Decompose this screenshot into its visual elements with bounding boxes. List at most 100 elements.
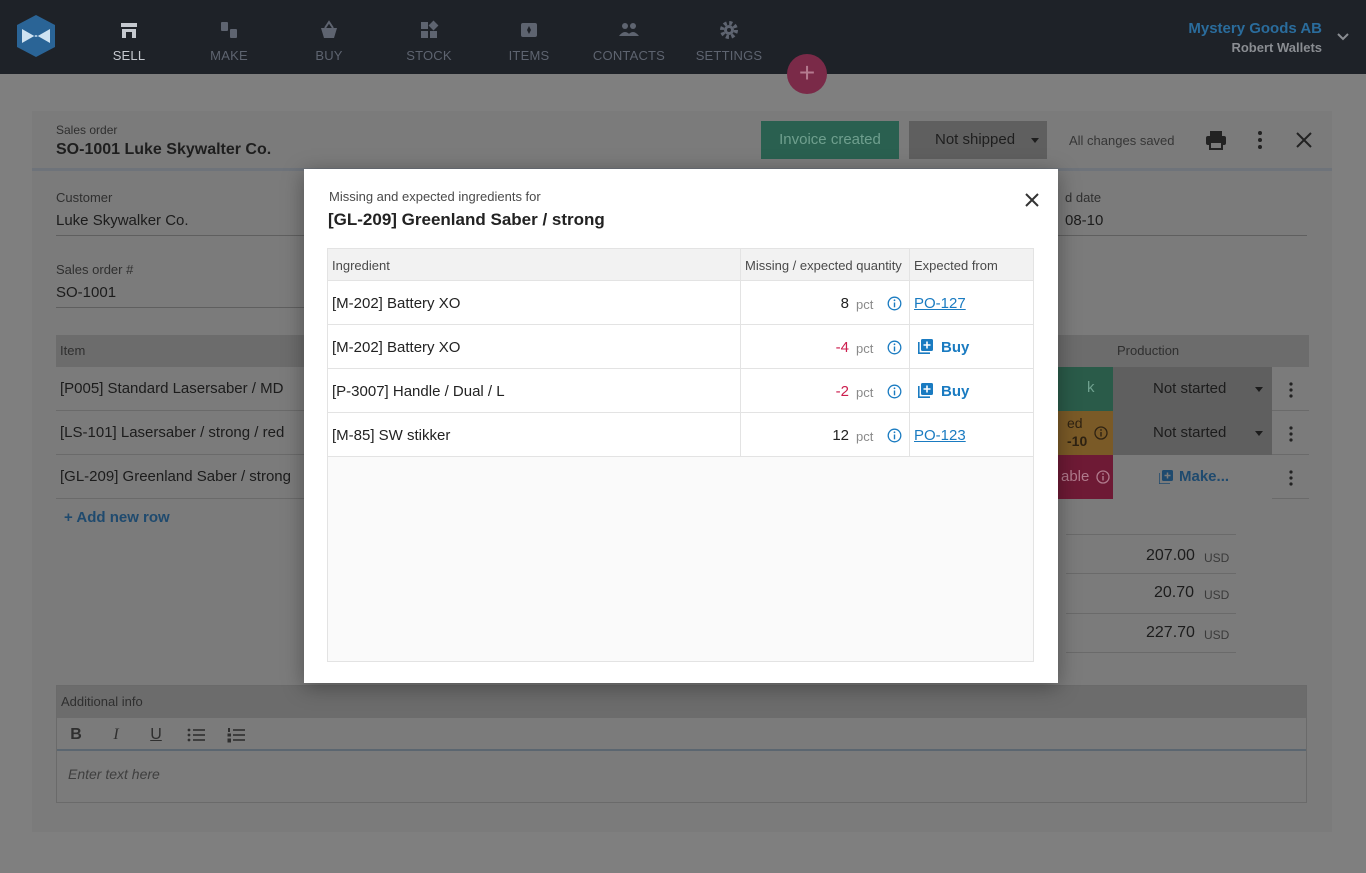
quantity-unit: pct xyxy=(856,429,874,444)
account-menu[interactable]: Mystery Goods AB Robert Wallets xyxy=(1188,20,1322,55)
column-divider xyxy=(909,249,910,280)
caret-down-icon xyxy=(1255,431,1263,436)
row-item: [GL-209] Greenland Saber / strong xyxy=(60,468,291,485)
user-name: Robert Wallets xyxy=(1231,40,1322,55)
column-divider xyxy=(909,369,910,412)
ingredients-table: Ingredient Missing / expected quantity E… xyxy=(327,248,1034,662)
buy-label: Buy xyxy=(941,383,970,400)
top-nav: SELL MAKE BUY STOCK ITEMS CONTACTS SETTI… xyxy=(0,0,1366,74)
totals-divider xyxy=(1066,652,1236,653)
info-icon[interactable] xyxy=(887,340,902,355)
quantity-unit: pct xyxy=(856,341,874,356)
shipping-status-dropdown[interactable]: Not shipped xyxy=(909,121,1047,159)
info-icon[interactable] xyxy=(887,384,902,399)
total-currency: USD xyxy=(1204,628,1230,642)
ingredients-table-header: Ingredient Missing / expected quantity E… xyxy=(328,249,1033,281)
nav-items-label: ITEMS xyxy=(508,48,550,63)
nav-buy-label: BUY xyxy=(315,48,343,63)
close-icon[interactable] xyxy=(1022,190,1042,210)
total-value: 227.70 xyxy=(1146,624,1195,641)
row-menu-icon[interactable] xyxy=(1282,381,1300,399)
nav-sell[interactable]: SELL xyxy=(79,0,179,74)
column-divider xyxy=(909,281,910,324)
buy-label: Buy xyxy=(941,339,970,356)
quantity-column-header: Missing / expected quantity xyxy=(745,258,902,273)
customer-underline xyxy=(56,235,316,236)
row-menu-icon[interactable] xyxy=(1282,469,1300,487)
production-column-header: Production xyxy=(1117,343,1180,358)
row-item: [LS-101] Lasersaber / strong / red xyxy=(60,424,285,441)
quantity-value: -4 xyxy=(835,339,849,356)
purchase-order-link[interactable]: PO-123 xyxy=(914,427,966,444)
buy-button[interactable]: Buy xyxy=(918,339,969,356)
app-logo-icon[interactable] xyxy=(17,15,55,57)
column-divider xyxy=(909,413,910,456)
row-menu-icon[interactable] xyxy=(1282,425,1300,443)
info-icon[interactable] xyxy=(887,428,902,443)
subtotal-value: 207.00 xyxy=(1146,547,1195,564)
customer-field[interactable]: Luke Skywalker Co. xyxy=(56,212,189,229)
shipping-status-label: Not shipped xyxy=(935,131,1016,148)
additional-info-label: Additional info xyxy=(61,694,143,709)
close-icon[interactable] xyxy=(1293,129,1315,151)
column-divider xyxy=(740,325,741,368)
missing-ingredients-dialog: Missing and expected ingredients for [GL… xyxy=(304,169,1058,683)
shop-icon xyxy=(121,23,137,38)
print-icon[interactable] xyxy=(1205,129,1227,151)
table-row: [P-3007] Handle / Dual / L -2 pct Buy xyxy=(328,369,1033,413)
order-type-label: Sales order xyxy=(56,123,118,137)
subtotal-currency: USD xyxy=(1204,551,1230,565)
add-box-icon xyxy=(918,383,933,398)
add-new-row-button[interactable]: + Add new row xyxy=(64,509,170,526)
table-row: [M-202] Battery XO -4 pct Buy xyxy=(328,325,1033,369)
add-fab-button[interactable]: + xyxy=(787,54,827,94)
nav-settings[interactable]: SETTINGS xyxy=(679,0,779,74)
nav-stock-label: STOCK xyxy=(406,48,452,63)
order-number-underline xyxy=(56,307,316,308)
ingredient-name: [M-202] Battery XO xyxy=(332,339,461,356)
nav-stock[interactable]: STOCK xyxy=(379,0,479,74)
customer-label: Customer xyxy=(56,190,113,205)
info-icon[interactable] xyxy=(1096,470,1110,484)
bold-button[interactable]: B xyxy=(67,726,85,744)
table-row: [M-85] SW stikker 12 pct PO-123 xyxy=(328,413,1033,457)
totals-divider xyxy=(1066,613,1236,614)
buy-button[interactable]: Buy xyxy=(918,383,969,400)
ingredient-name: [M-85] SW stikker xyxy=(332,427,451,444)
contacts-icon xyxy=(619,23,639,36)
items-icon xyxy=(521,23,537,37)
item-column-header: Item xyxy=(60,343,86,358)
delivery-underline xyxy=(1058,235,1307,236)
nav-buy[interactable]: BUY xyxy=(279,0,379,74)
chevron-down-icon[interactable] xyxy=(1336,30,1350,44)
totals-divider xyxy=(1066,534,1236,535)
delivery-date-field[interactable]: 08-10 xyxy=(1065,212,1103,229)
nav-contacts[interactable]: CONTACTS xyxy=(579,0,679,74)
table-row: [M-202] Battery XO 8 pct PO-127 xyxy=(328,281,1033,325)
make-button[interactable]: Make... xyxy=(1113,455,1272,499)
purchase-order-link[interactable]: PO-127 xyxy=(914,295,966,312)
italic-button[interactable]: I xyxy=(107,726,125,744)
info-icon[interactable] xyxy=(887,296,902,311)
quantity-value: 12 xyxy=(832,427,849,444)
nav-items[interactable]: ITEMS xyxy=(479,0,579,74)
production-dropdown[interactable]: Not started xyxy=(1113,411,1272,455)
production-status-label: Not started xyxy=(1153,380,1227,397)
page-title: SO-1001 Luke Skywalter Co. xyxy=(56,141,272,158)
ingredient-name: [P-3007] Handle / Dual / L xyxy=(332,383,505,400)
invoice-status-button[interactable]: Invoice created xyxy=(761,121,899,159)
numbered-list-icon[interactable] xyxy=(227,726,245,744)
underline-button[interactable]: U xyxy=(147,726,165,744)
info-icon[interactable] xyxy=(1094,426,1108,440)
additional-info-header: Additional info xyxy=(57,686,1306,718)
nav-make[interactable]: MAKE xyxy=(179,0,279,74)
additional-info-editor[interactable]: Enter text here xyxy=(68,766,160,782)
production-dropdown[interactable]: Not started xyxy=(1113,367,1272,411)
dialog-subtitle: Missing and expected ingredients for xyxy=(329,189,541,204)
additional-info-section: Additional info B I U Enter text here xyxy=(56,685,1307,803)
column-divider xyxy=(740,249,741,280)
bullet-list-icon[interactable] xyxy=(187,726,205,744)
order-header: Sales order SO-1001 Luke Skywalter Co. I… xyxy=(32,111,1332,171)
more-vertical-icon[interactable] xyxy=(1249,129,1271,151)
order-number-field[interactable]: SO-1001 xyxy=(56,284,116,301)
